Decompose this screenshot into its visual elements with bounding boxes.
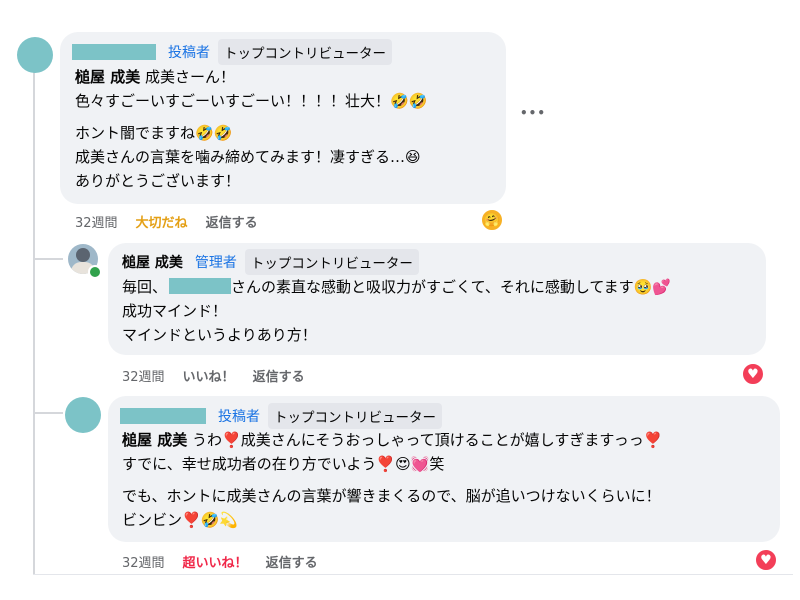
divider xyxy=(33,574,793,575)
reply-button[interactable]: 返信する xyxy=(206,212,258,231)
top-contributor-badge[interactable]: トップコントリビューター xyxy=(244,249,419,275)
author-name[interactable]: 槌屋 成美 xyxy=(122,252,183,272)
reaction-button[interactable]: いいね！ xyxy=(183,366,235,385)
comment-text-3: 槌屋 成美 うわ❣️成美さんにそうおっしゃって頂けることが嬉しすぎますっっ❣️ … xyxy=(122,431,663,529)
top-contributor-badge[interactable]: トップコントリビューター xyxy=(268,403,442,429)
avatar[interactable] xyxy=(65,397,101,433)
heart-reaction-icon[interactable]: ♥ xyxy=(754,548,778,572)
timestamp[interactable]: 32週間 xyxy=(122,552,165,571)
comment-text-1: 槌屋 成美 成美さーん！ 色々すごーいすごーいすごーい！！！！壮大！🤣🤣 ホント… xyxy=(75,68,428,190)
comment-actions-3: 32週間 超いいね！ 返信する xyxy=(122,552,336,571)
timestamp[interactable]: 32週間 xyxy=(122,366,165,385)
redacted-author-name[interactable] xyxy=(72,44,156,60)
thread-line xyxy=(33,62,35,574)
admin-role-label: 管理者 xyxy=(194,255,237,271)
more-options-button[interactable]: ••• xyxy=(520,106,546,120)
reply-button[interactable]: 返信する xyxy=(253,366,305,385)
thread-connector-1 xyxy=(33,258,63,260)
mention-link[interactable]: 槌屋 成美 xyxy=(75,68,140,86)
care-emoji-icon[interactable]: 🤗 xyxy=(480,208,504,232)
redacted-author-name[interactable] xyxy=(120,408,206,424)
heart-reaction-icon[interactable]: ♥ xyxy=(741,362,765,386)
top-contributor-badge[interactable]: トップコントリビューター xyxy=(218,39,392,65)
comment-header-3: 投稿者 トップコントリビューター xyxy=(120,403,442,429)
reaction-button[interactable]: 超いいね！ xyxy=(183,552,248,571)
redacted-mention[interactable] xyxy=(169,278,232,294)
mention-link[interactable]: 槌屋 成美 xyxy=(122,431,187,449)
comment-header-2: 槌屋 成美 管理者 トップコントリビューター xyxy=(122,249,419,275)
timestamp[interactable]: 32週間 xyxy=(75,212,118,231)
comment-header-1: 投稿者 トップコントリビューター xyxy=(72,39,392,65)
comment-actions-1: 32週間 大切だね 返信する xyxy=(75,212,276,231)
thread-connector-2 xyxy=(33,412,63,414)
online-status-icon xyxy=(88,265,102,279)
avatar[interactable] xyxy=(17,37,53,73)
comment-actions-2: 32週間 いいね！ 返信する xyxy=(122,366,323,385)
reply-button[interactable]: 返信する xyxy=(266,552,318,571)
comment-text-2: 毎回、 さんの素直な感動と吸収力がすごくて、それに感動してます🥹💕 成功マインド！… xyxy=(122,278,671,344)
author-role-label: 投稿者 xyxy=(218,409,260,425)
reaction-button[interactable]: 大切だね xyxy=(136,212,188,231)
author-role-label: 投稿者 xyxy=(168,45,210,61)
